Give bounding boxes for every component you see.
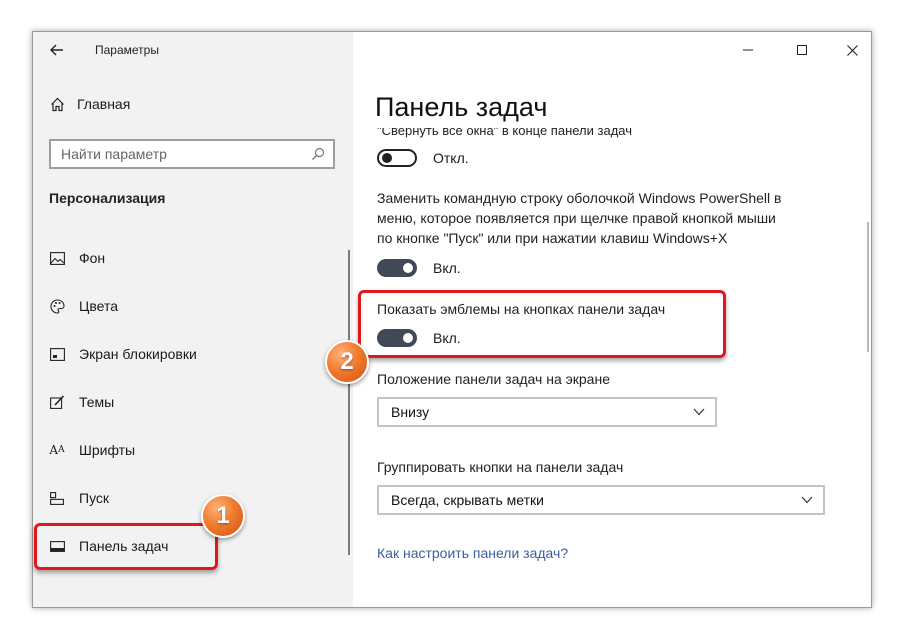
setting-label-powershell-line1: Заменить командную строку оболочкой Wind… <box>377 190 782 206</box>
back-button[interactable] <box>45 38 69 62</box>
close-button[interactable] <box>837 38 867 62</box>
setting-label-powershell-line3: по кнопке "Пуск" или при нажатии клавиш … <box>377 230 728 246</box>
sidebar-item-background[interactable]: Фон <box>49 248 105 268</box>
search-icon <box>312 147 325 160</box>
minimize-icon <box>743 49 753 51</box>
back-arrow-icon <box>50 44 63 56</box>
sidebar-item-label: Пуск <box>79 490 110 506</box>
sidebar-item-label: Темы <box>79 394 115 410</box>
group-buttons-dropdown[interactable]: Всегда, скрывать метки <box>377 485 825 515</box>
setting-label-group-buttons: Группировать кнопки на панели задач <box>377 459 624 475</box>
toggle-powershell[interactable] <box>377 259 417 277</box>
themes-icon <box>49 394 65 410</box>
sidebar: Параметры Главная Найти параметр Персона… <box>33 32 353 607</box>
sidebar-item-label: Фон <box>79 250 106 266</box>
toggle-row-powershell: Вкл. <box>377 259 461 277</box>
lock-screen-icon <box>49 346 65 362</box>
sidebar-item-label: Экран блокировки <box>79 346 197 362</box>
setting-label-powershell-line2: меню, которое появляется при щелчке прав… <box>377 210 776 226</box>
page-title: Панель задач <box>375 92 548 122</box>
fonts-icon: AA <box>49 443 65 457</box>
sidebar-item-themes[interactable]: Темы <box>49 392 114 412</box>
annotation-box-badges-setting <box>358 290 726 358</box>
home-icon <box>49 96 65 112</box>
toggle-state-label: Откл. <box>433 150 469 166</box>
annotation-badge-2: 2 <box>325 340 369 384</box>
maximize-button[interactable] <box>787 38 817 62</box>
sidebar-item-label: Шрифты <box>79 442 136 458</box>
palette-icon <box>49 298 65 314</box>
sidebar-item-fonts[interactable]: AA Шрифты <box>49 440 135 460</box>
taskbar-position-dropdown[interactable]: Внизу <box>377 397 717 427</box>
setting-label-powershell: Заменить командную строку оболочкой Wind… <box>377 188 781 248</box>
toggle-state-label: Вкл. <box>433 260 461 276</box>
chevron-down-icon <box>801 496 813 504</box>
annotation-box-taskbar <box>34 523 218 570</box>
taskbar-position-value: Внизу <box>391 404 430 420</box>
chevron-down-icon <box>693 408 705 416</box>
sidebar-item-start[interactable]: Пуск <box>49 488 109 508</box>
minimize-button[interactable] <box>733 38 763 62</box>
toggle-minimize-all[interactable] <box>377 149 417 167</box>
sidebar-item-label: Цвета <box>79 298 118 314</box>
setting-label-taskbar-position: Положение панели задач на экране <box>377 371 610 387</box>
start-icon <box>49 490 65 506</box>
search-input[interactable]: Найти параметр <box>49 139 335 169</box>
maximize-icon <box>797 45 807 55</box>
setting-label-minimize-all: "Свернуть все окна" в конце панели задач <box>377 123 632 138</box>
sidebar-scrollbar[interactable] <box>348 250 350 555</box>
main-scrollbar[interactable] <box>867 222 869 352</box>
sidebar-item-colors[interactable]: Цвета <box>49 296 118 316</box>
help-link[interactable]: Как настроить панели задач? <box>377 545 568 561</box>
sidebar-section-title: Персонализация <box>49 190 166 206</box>
search-placeholder: Найти параметр <box>61 146 167 162</box>
sidebar-item-home[interactable]: Главная <box>49 96 130 112</box>
annotation-badge-1: 1 <box>201 494 245 538</box>
image-icon <box>49 250 65 266</box>
sidebar-home-label: Главная <box>77 96 131 112</box>
sidebar-item-lock-screen[interactable]: Экран блокировки <box>49 344 197 364</box>
toggle-row-minimize-all: Откл. <box>377 149 469 167</box>
window-title: Параметры <box>95 43 159 57</box>
close-icon <box>846 44 858 56</box>
group-buttons-value: Всегда, скрывать метки <box>391 492 544 508</box>
